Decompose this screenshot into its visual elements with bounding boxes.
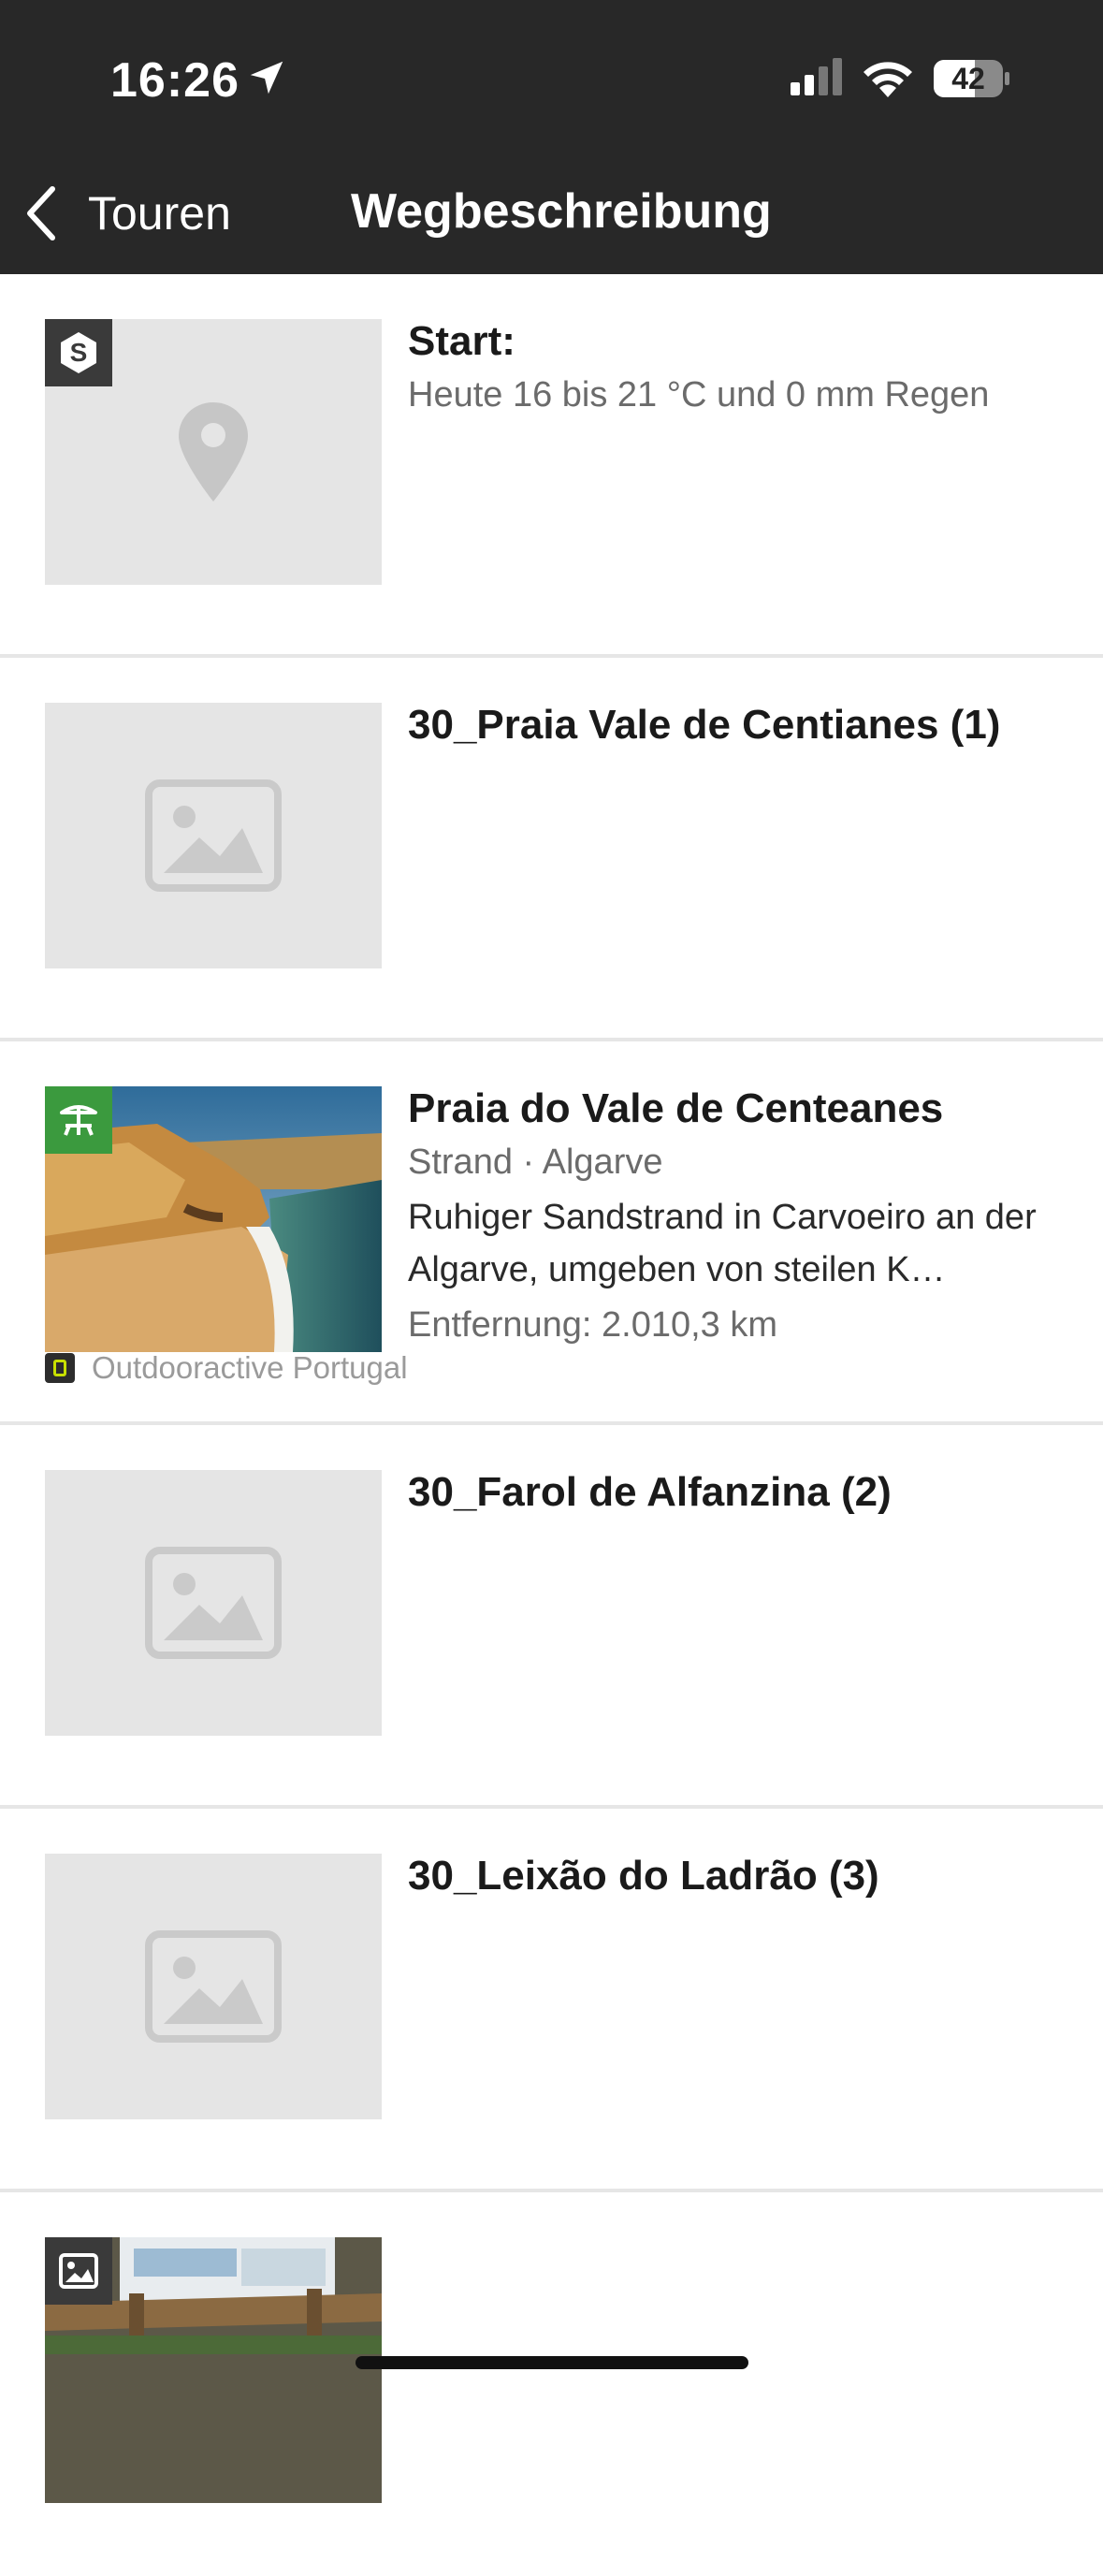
image-placeholder-icon	[145, 1930, 282, 2043]
thumbnail-placeholder: S	[45, 319, 382, 585]
status-time: 16:26	[110, 53, 239, 108]
home-indicator[interactable]	[356, 2356, 748, 2369]
thumbnail-placeholder	[45, 1470, 382, 1736]
item-title: 30_Farol de Alfanzina (2)	[408, 1469, 892, 1515]
battery-level: 42	[951, 62, 985, 95]
beach-photo	[45, 1086, 382, 1352]
image-icon	[59, 2253, 98, 2289]
item-title: Start:	[408, 318, 515, 364]
svg-text:S: S	[70, 338, 88, 367]
thumbnail-placeholder	[45, 703, 382, 968]
source-label: Outdooractive Portugal	[92, 1350, 408, 1385]
item-category: Strand · Algarve	[408, 1142, 663, 1182]
item-title: 30_Praia Vale de Centianes (1)	[408, 702, 1001, 748]
start-badge: S	[45, 319, 112, 386]
image-placeholder-icon	[145, 779, 282, 892]
back-button[interactable]: Touren	[22, 180, 231, 247]
beach-category-badge	[45, 1086, 112, 1154]
image-placeholder-icon	[145, 1547, 282, 1659]
cellular-signal-icon	[791, 58, 842, 95]
list-item-start[interactable]: S Start: Heute 16 bis 21 °C und 0 mm Reg…	[0, 274, 1103, 658]
start-s-icon: S	[61, 332, 96, 373]
battery-icon: 42	[934, 60, 1010, 97]
location-arrow-icon	[250, 61, 283, 95]
list-item-beach[interactable]: Praia do Vale de Centeanes Strand · Alga…	[0, 1041, 1103, 1425]
content-source: Outdooractive Portugal	[45, 1350, 408, 1386]
photo-badge	[45, 2237, 112, 2305]
item-title: 30_Leixão do Ladrão (3)	[408, 1853, 879, 1899]
map-pin-icon	[179, 402, 248, 502]
signboard-photo	[45, 2237, 382, 2503]
list-item[interactable]: 30_Praia Vale de Centianes (1)	[0, 658, 1103, 1041]
list-item[interactable]: 30_Leixão do Ladrão (3)	[0, 1809, 1103, 2192]
thumbnail-placeholder	[45, 1854, 382, 2119]
waypoint-list: S Start: Heute 16 bis 21 °C und 0 mm Reg…	[0, 274, 1103, 2576]
page-title: Wegbeschreibung	[351, 184, 772, 239]
outdooractive-logo-icon	[45, 1353, 75, 1383]
item-title: Praia do Vale de Centeanes	[408, 1085, 944, 1131]
item-weather: Heute 16 bis 21 °C und 0 mm Regen	[408, 375, 990, 415]
back-label: Touren	[88, 187, 231, 240]
item-distance: Entfernung: 2.010,3 km	[408, 1305, 778, 1345]
wifi-icon	[864, 62, 912, 97]
list-item[interactable]	[0, 2192, 1103, 2576]
item-description: Ruhiger Sandstrand in Carvoeiro an der A…	[408, 1198, 1037, 1289]
chevron-left-icon	[27, 186, 55, 240]
list-item[interactable]: 30_Farol de Alfanzina (2)	[0, 1425, 1103, 1809]
beach-umbrella-icon	[60, 1105, 97, 1136]
top-bar: 16:26 42 Touren Wegbeschreibung	[0, 0, 1103, 274]
